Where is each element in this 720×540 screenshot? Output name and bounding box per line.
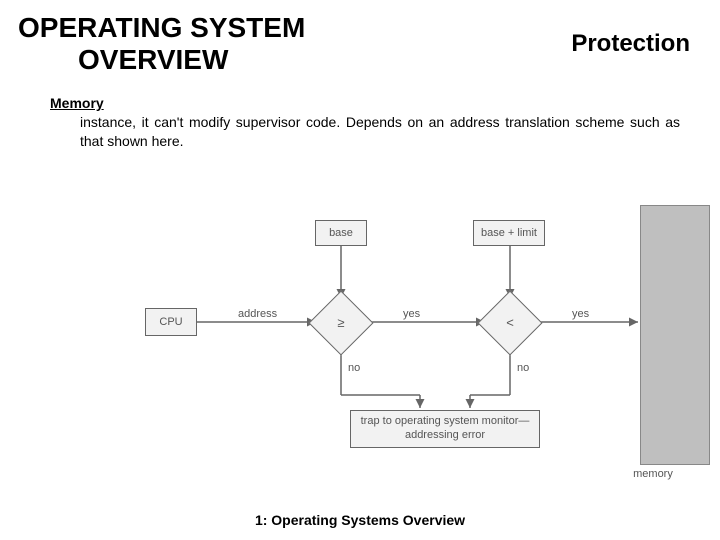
- trap-box: trap to operating system monitor—address…: [350, 410, 540, 448]
- yes-edge-label-1: yes: [403, 308, 420, 320]
- memory-block: [640, 205, 710, 465]
- ge-symbol: ≥: [318, 315, 364, 330]
- body-paragraph: instance, it can't modify supervisor cod…: [50, 113, 680, 151]
- no-edge-label-2: no: [517, 362, 529, 374]
- section-subtitle: Protection: [571, 30, 690, 58]
- body-text: Memory instance, it can't modify supervi…: [0, 76, 720, 151]
- yes-edge-label-2: yes: [572, 308, 589, 320]
- title-line-2: OVERVIEW: [18, 44, 228, 75]
- cpu-box: CPU: [145, 308, 197, 336]
- no-edge-label-1: no: [348, 362, 360, 374]
- address-edge-label: address: [238, 308, 277, 320]
- footer-caption: 1: Operating Systems Overview: [0, 512, 720, 528]
- slide-header: OPERATING SYSTEM OVERVIEW Protection: [0, 0, 720, 76]
- base-register-box: base: [315, 220, 367, 246]
- lt-symbol: <: [487, 315, 533, 330]
- address-translation-diagram: CPU base base + limit ≥ < address yes ye…: [0, 200, 720, 490]
- memory-caption: memory: [618, 468, 688, 480]
- main-title: OPERATING SYSTEM OVERVIEW: [18, 12, 305, 76]
- memory-heading: Memory: [50, 94, 680, 113]
- base-plus-limit-box: base + limit: [473, 220, 545, 246]
- title-line-1: OPERATING SYSTEM: [18, 12, 305, 43]
